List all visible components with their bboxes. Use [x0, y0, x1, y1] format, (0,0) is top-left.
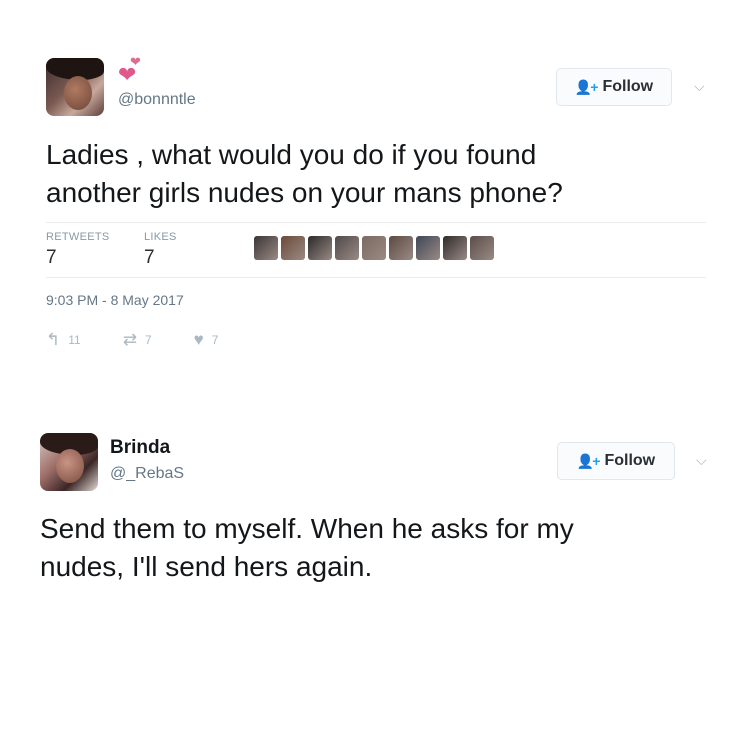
liker-avatar[interactable] — [416, 236, 440, 260]
tweet-timestamp[interactable]: 9:03 PM - 8 May 2017 — [46, 292, 184, 308]
likes-count: 7 — [144, 247, 155, 268]
tweet-text-line: nudes, I'll send hers again. — [40, 551, 373, 582]
tweet-1: ❤ ❤ @bonnntle 👤+ Follow ⌵ Ladies , what w… — [0, 0, 750, 400]
tweet-text-line: Send them to myself. When he asks for my — [40, 513, 574, 544]
liker-avatar[interactable] — [308, 236, 332, 260]
tweet-text-line: Ladies , what would you do if you found — [46, 139, 537, 170]
heart-icon: ♥ — [193, 330, 204, 349]
tweet-text-line: another girls nudes on your mans phone? — [46, 177, 563, 208]
tweet-actions: ↰ 11 ⇄ 7 ♥ 7 — [46, 330, 260, 350]
like-button[interactable]: ♥ 7 — [194, 330, 219, 350]
likes-stat[interactable]: LIKES 7 — [144, 231, 177, 269]
avatar[interactable] — [46, 58, 104, 116]
avatar[interactable] — [40, 433, 98, 491]
liker-avatar[interactable] — [470, 236, 494, 260]
likes-label: LIKES — [144, 231, 177, 243]
retweets-label: RETWEETS — [46, 231, 110, 243]
tweet-2: Brinda @_RebaS 👤+ Follow ⌵ Send them to … — [0, 400, 750, 750]
retweet-count: 7 — [144, 333, 152, 347]
hearts-emoji: ❤ ❤ — [118, 54, 141, 87]
chevron-down-icon[interactable]: ⌵ — [694, 78, 705, 95]
follow-button[interactable]: 👤+ Follow — [557, 442, 675, 480]
follow-user-icon: 👤+ — [576, 452, 601, 469]
follow-user-icon: 👤+ — [574, 78, 599, 95]
liker-avatar[interactable] — [362, 236, 386, 260]
display-name[interactable]: Brinda — [110, 437, 170, 459]
retweets-stat[interactable]: RETWEETS 7 — [46, 231, 110, 269]
retweet-button[interactable]: ⇄ 7 — [123, 330, 152, 350]
tweet-text: Send them to myself. When he asks for my… — [40, 510, 574, 586]
liker-avatar[interactable] — [254, 236, 278, 260]
follow-label: Follow — [604, 452, 656, 469]
like-count: 7 — [211, 333, 219, 347]
liker-avatars — [254, 236, 494, 260]
retweet-icon: ⇄ — [122, 330, 137, 349]
reply-icon: ↰ — [46, 330, 61, 349]
chevron-down-icon[interactable]: ⌵ — [696, 452, 707, 469]
liker-avatar[interactable] — [389, 236, 413, 260]
user-handle[interactable]: @bonnntle — [118, 91, 196, 109]
user-handle[interactable]: @_RebaS — [110, 465, 184, 483]
liker-avatar[interactable] — [281, 236, 305, 260]
tweet-text: Ladies , what would you do if you found … — [46, 136, 563, 212]
reply-button[interactable]: ↰ 11 — [46, 330, 81, 350]
retweets-count: 7 — [46, 247, 57, 268]
follow-label: Follow — [602, 78, 654, 95]
liker-avatar[interactable] — [443, 236, 467, 260]
follow-button[interactable]: 👤+ Follow — [556, 68, 672, 106]
reply-count: 11 — [68, 333, 81, 347]
liker-avatar[interactable] — [335, 236, 359, 260]
